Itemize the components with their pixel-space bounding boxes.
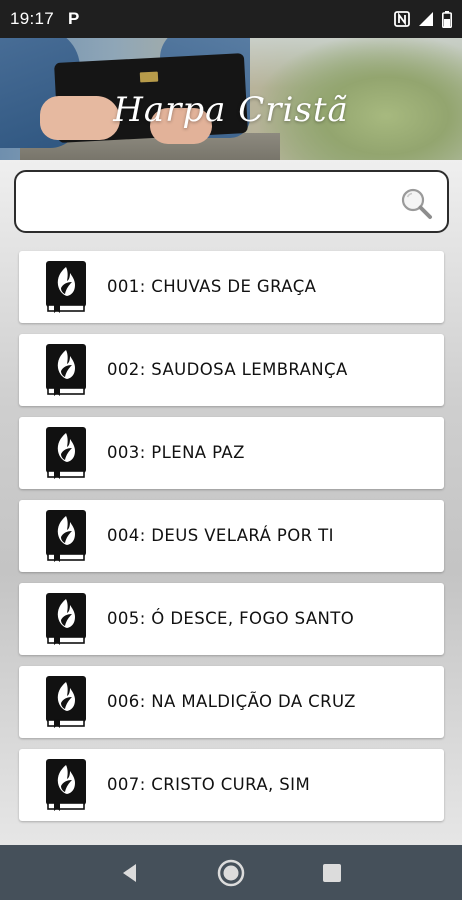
hymn-list-item[interactable]: 003: PLENA PAZ xyxy=(19,417,444,489)
hymn-title: 005: Ó DESCE, FOGO SANTO xyxy=(107,609,355,628)
navigation-bar xyxy=(0,845,462,900)
home-icon[interactable] xyxy=(211,853,251,893)
hymn-title: 004: DEUS VELARÁ POR TI xyxy=(107,526,334,545)
search-box[interactable] xyxy=(14,170,449,233)
back-icon[interactable] xyxy=(110,853,150,893)
hymn-list-item[interactable]: 002: SAUDOSA LEMBRANÇA xyxy=(19,334,444,406)
recents-icon[interactable] xyxy=(312,853,352,893)
hymn-book-icon xyxy=(45,426,87,480)
status-bar: 19:17 P xyxy=(0,0,462,38)
signal-icon xyxy=(418,11,434,27)
hymn-book-icon xyxy=(45,343,87,397)
header-banner: Harpa Cristã xyxy=(0,38,462,168)
hymn-list-item[interactable]: 005: Ó DESCE, FOGO SANTO xyxy=(19,583,444,655)
hymn-title: 007: CRISTO CURA, SIM xyxy=(107,775,311,794)
hymn-book-icon xyxy=(45,675,87,729)
search-input[interactable] xyxy=(28,182,398,222)
nfc-icon xyxy=(394,11,410,27)
hymn-book-icon xyxy=(45,509,87,563)
hymn-title: 001: CHUVAS DE GRAÇA xyxy=(107,277,317,296)
hymn-list-item[interactable]: 006: NA MALDIÇÃO DA CRUZ xyxy=(19,666,444,738)
battery-icon xyxy=(442,10,452,28)
hymn-list-item[interactable]: 004: DEUS VELARÁ POR TI xyxy=(19,500,444,572)
hymn-list-item[interactable]: 007: CRISTO CURA, SIM xyxy=(19,749,444,821)
hymn-book-icon xyxy=(45,592,87,646)
notification-p-icon: P xyxy=(68,9,80,28)
hymn-book-icon xyxy=(45,758,87,812)
hymn-title: 003: PLENA PAZ xyxy=(107,443,245,462)
hymn-list: 001: CHUVAS DE GRAÇA 002: SAUDOSA LEMBRAN… xyxy=(19,251,444,832)
hymn-title: 006: NA MALDIÇÃO DA CRUZ xyxy=(107,692,356,711)
hymn-title: 002: SAUDOSA LEMBRANÇA xyxy=(107,360,348,379)
hymn-list-item[interactable]: 001: CHUVAS DE GRAÇA xyxy=(19,251,444,323)
search-icon[interactable] xyxy=(399,186,433,220)
app-title: Harpa Cristã xyxy=(113,90,349,130)
hymn-book-icon xyxy=(45,260,87,314)
status-icons xyxy=(394,10,452,28)
status-time: 19:17 xyxy=(10,9,55,28)
